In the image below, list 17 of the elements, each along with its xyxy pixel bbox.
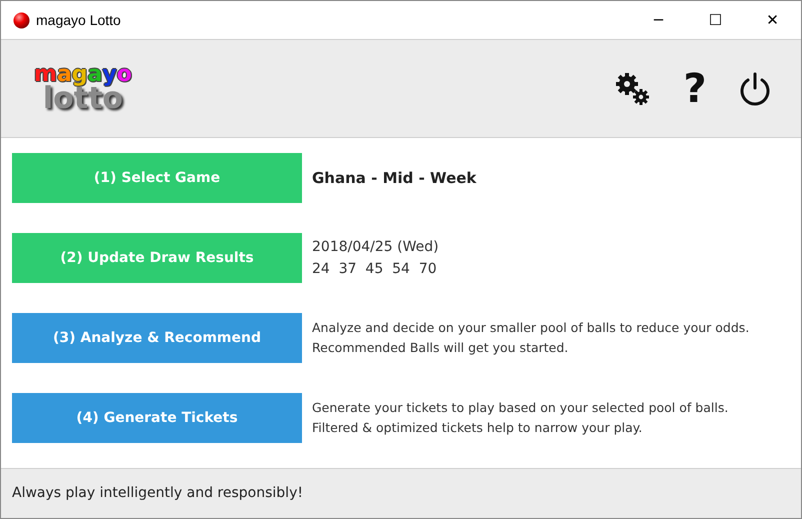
minimize-button[interactable]: ─ [630, 1, 687, 39]
step-description: Analyze and decide on your smaller pool of balls to reduce your odds. [312, 319, 750, 337]
status-text: Always play intelligently and responsibly! [12, 484, 303, 503]
step-description: Generate your tickets to play based on your selected pool of balls. [312, 399, 728, 417]
game-name: Ghana - Mid - Week [312, 168, 476, 189]
app-icon [13, 12, 30, 28]
logo: magayo lotto [34, 64, 132, 114]
draw-date: 2018/04/25 (Wed) [312, 238, 439, 257]
step-description: Recommended Balls will get you started. [312, 339, 570, 357]
help-button[interactable]: ? [679, 68, 711, 108]
close-button[interactable]: ✕ [744, 1, 801, 39]
maximize-button[interactable]: ☐ [687, 1, 744, 39]
power-icon[interactable] [739, 72, 771, 106]
settings-icon[interactable] [615, 72, 651, 106]
draw-numbers: 24 37 45 54 70 [312, 260, 438, 279]
window-title: magayo Lotto [36, 10, 121, 30]
step-description: Filtered & optimized tickets help to narrow your play. [312, 419, 644, 437]
